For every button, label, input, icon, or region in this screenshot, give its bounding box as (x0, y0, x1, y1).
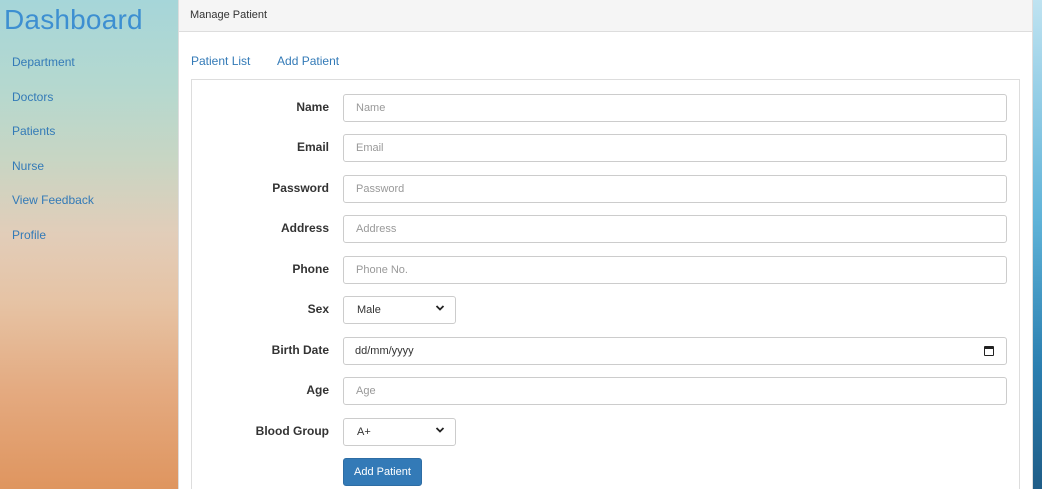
tab-patient-list[interactable]: Patient List (191, 54, 250, 68)
add-patient-button[interactable]: Add Patient (343, 458, 422, 486)
age-label: Age (306, 383, 329, 397)
sidebar-item-doctors[interactable]: Doctors (12, 90, 94, 125)
sidebar-item-patients[interactable]: Patients (12, 124, 94, 159)
form-row-password: Password (192, 174, 1019, 204)
address-label: Address (280, 221, 329, 235)
form-row-phone: Phone (192, 255, 1019, 285)
calendar-icon[interactable] (984, 346, 994, 356)
form-row-sex: Sex Male (192, 295, 1019, 325)
sidebar-item-department[interactable]: Department (12, 55, 94, 90)
blood-group-label: Blood Group (255, 424, 329, 438)
form-row-submit: Add Patient (192, 458, 1019, 488)
brand-title[interactable]: Dashboard (4, 4, 143, 36)
email-input[interactable] (343, 134, 1007, 162)
password-label: Password (272, 181, 329, 195)
form-row-address: Address (192, 214, 1019, 244)
add-patient-form: Name Email Password Address Phone Sex Ma… (191, 79, 1020, 489)
birth-date-label: Birth Date (271, 343, 329, 357)
form-row-age: Age (192, 376, 1019, 406)
tab-bar: Patient List Add Patient (191, 54, 363, 68)
tab-add-patient[interactable]: Add Patient (277, 54, 339, 68)
email-label: Email (296, 140, 329, 154)
sidebar-item-profile[interactable]: Profile (12, 228, 94, 263)
form-row-blood-group: Blood Group A+ (192, 417, 1019, 447)
sidebar-nav: Department Doctors Patients Nurse View F… (12, 55, 94, 262)
chevron-down-icon (435, 305, 445, 311)
phone-input[interactable] (343, 256, 1007, 284)
form-row-email: Email (192, 133, 1019, 163)
chevron-down-icon (435, 427, 445, 433)
age-input[interactable] (343, 377, 1007, 405)
sidebar-item-nurse[interactable]: Nurse (12, 159, 94, 194)
address-input[interactable] (343, 215, 1007, 243)
panel-heading: Manage Patient (179, 0, 1032, 32)
sex-select[interactable]: Male (343, 296, 456, 324)
birth-date-input[interactable]: dd/mm/yyyy (343, 337, 1007, 365)
blood-group-select[interactable]: A+ (343, 418, 456, 446)
phone-label: Phone (292, 262, 329, 276)
birth-date-value: dd/mm/yyyy (355, 345, 414, 357)
background-divider-strip (164, 0, 178, 489)
password-input[interactable] (343, 175, 1007, 203)
form-row-birth-date: Birth Date dd/mm/yyyy (192, 336, 1019, 366)
manage-patient-panel: Manage Patient Patient List Add Patient … (178, 0, 1033, 489)
name-input[interactable] (343, 94, 1007, 122)
sex-select-value: Male (357, 304, 381, 316)
sidebar: Dashboard Department Doctors Patients Nu… (0, 0, 164, 489)
name-label: Name (296, 100, 329, 114)
sex-label: Sex (307, 302, 329, 316)
blood-group-select-value: A+ (357, 426, 371, 438)
sidebar-item-view-feedback[interactable]: View Feedback (12, 193, 94, 228)
form-row-name: Name (192, 93, 1019, 123)
